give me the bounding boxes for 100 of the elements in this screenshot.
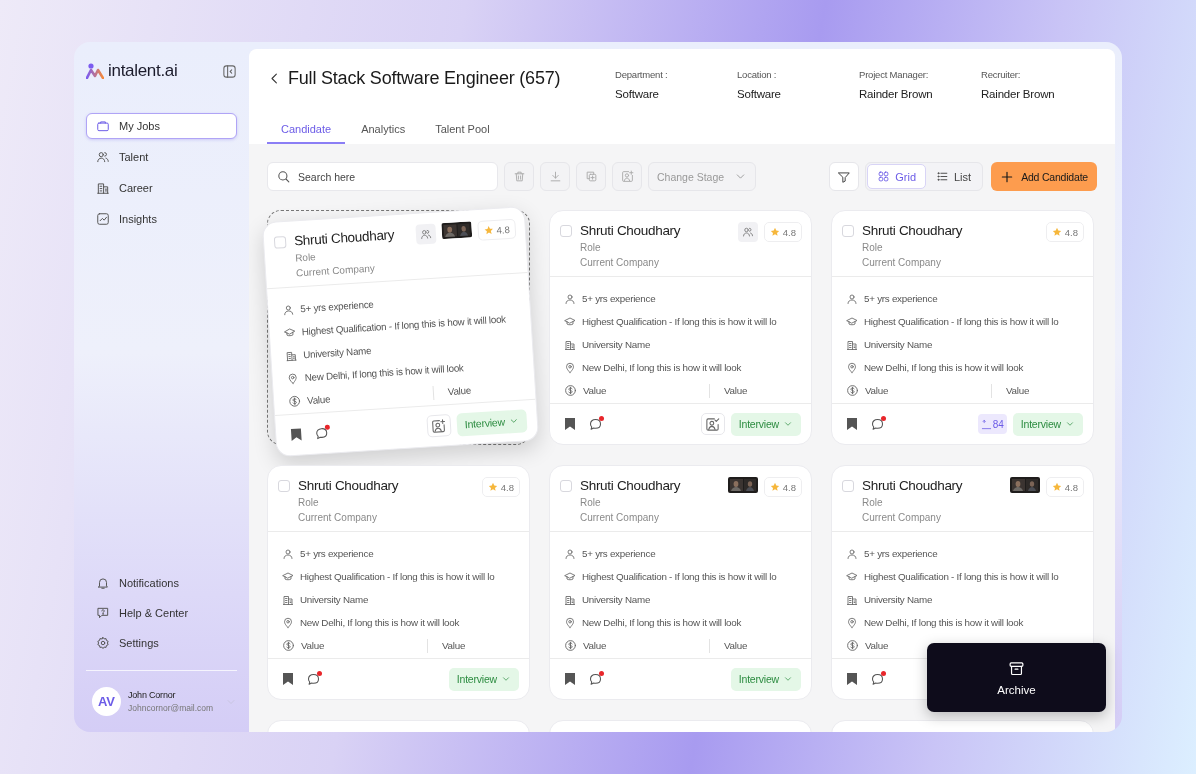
- candidate-name: Shruti Choudhary: [580, 477, 682, 495]
- chat-icon[interactable]: [588, 416, 603, 432]
- location-pin-icon: [286, 372, 300, 385]
- candidate-role: Role: [862, 496, 884, 510]
- value-text: Value: [447, 384, 472, 398]
- detail-text: University Name: [864, 339, 933, 350]
- card-checkbox[interactable]: [560, 480, 572, 492]
- sidebar-toggle-icon: [222, 63, 237, 79]
- company-name: Current Company: [298, 511, 378, 525]
- detail-text: University Name: [300, 594, 369, 605]
- search-field[interactable]: Search here: [267, 162, 498, 191]
- detail-text: 5+ yrs experience: [300, 298, 374, 315]
- card-checkbox[interactable]: [273, 236, 287, 249]
- dollar-icon: [287, 394, 302, 409]
- chat-icon[interactable]: [306, 671, 321, 687]
- graduation-cap-icon: [564, 315, 576, 328]
- card-checkbox[interactable]: [560, 225, 572, 237]
- detail-text: New Delhi, If long this is how it will look: [864, 362, 1024, 373]
- detail-text: Highest Qualification - If long this is how it will lo: [582, 571, 777, 582]
- nav-item[interactable]: Notifications: [86, 570, 237, 596]
- filter-button[interactable]: [829, 162, 860, 191]
- tab[interactable]: Candidate: [267, 123, 346, 144]
- star-icon: [1051, 227, 1062, 237]
- detail-text: 5+ yrs experience: [582, 548, 656, 559]
- detail-text: 5+ yrs experience: [582, 293, 656, 304]
- candidate-name: Shruti Choudhary: [298, 477, 400, 495]
- meta-value: Software: [615, 88, 660, 100]
- stage-dropdown[interactable]: Interview: [730, 412, 801, 436]
- meta-label: Department :: [615, 69, 669, 80]
- plus-icon: [1000, 169, 1015, 184]
- meta-value: Rainder Brown: [859, 88, 934, 100]
- building-icon: [284, 349, 298, 362]
- meta-label: Recruiter:: [981, 69, 1022, 80]
- archive-menu[interactable]: Archive: [927, 643, 1106, 712]
- collapse-sidebar-button[interactable]: [222, 63, 237, 79]
- add-candidate-button[interactable]: Add Candidate: [991, 162, 1097, 191]
- candidate-card[interactable]: Shruti Choudhary Role Current Company 4.8 5+ yrs experience Highest Qualification - If long this is how it will lo University Name New Delhi, If long this is how it will look Value Value Interview: [549, 210, 812, 445]
- picture-check-button[interactable]: [700, 413, 725, 435]
- candidate-role: Role: [298, 496, 320, 510]
- nav-item[interactable]: My Jobs: [86, 113, 237, 139]
- copy-icon: [584, 170, 598, 183]
- graduation-cap-icon: [846, 570, 858, 583]
- card-checkbox[interactable]: [842, 225, 854, 237]
- invite-button[interactable]: [737, 222, 758, 242]
- picture-check-icon: [705, 416, 721, 432]
- people-icon: [96, 150, 110, 164]
- stage-dropdown[interactable]: Interview: [448, 667, 519, 691]
- archive-box-icon: [1008, 659, 1025, 677]
- bookmark-icon[interactable]: [846, 417, 858, 431]
- tab[interactable]: Talent Pool: [421, 123, 504, 144]
- stage-dropdown[interactable]: Interview: [730, 667, 801, 691]
- candidate-card[interactable]: Shruti Choudhary Role Current Company 4.8 5+ yrs experience Highest Qualification - If long this is how it will lo University Name New Delhi, If long this is how it will look Value Value Interview: [549, 465, 812, 700]
- nav-item[interactable]: Settings: [86, 630, 237, 656]
- card-checkbox[interactable]: [842, 480, 854, 492]
- user-name: John Cornor: [128, 690, 177, 700]
- building-icon: [282, 593, 294, 606]
- bookmark-icon[interactable]: [564, 417, 576, 431]
- star-icon: [769, 227, 780, 237]
- score-badge[interactable]: 84: [977, 414, 1007, 434]
- rating-value: 4.8: [500, 481, 514, 493]
- building-icon: [96, 181, 110, 195]
- chat-icon[interactable]: [588, 671, 603, 687]
- candidate-role: Role: [580, 241, 602, 255]
- view-toggle[interactable]: List: [926, 164, 982, 189]
- chat-icon[interactable]: [870, 416, 885, 432]
- chat-icon[interactable]: [313, 425, 330, 442]
- invite-button[interactable]: [415, 223, 437, 245]
- detail-text: Highest Qualification - If long this is how it will lo: [300, 571, 495, 582]
- nav-item[interactable]: Help & Center: [86, 600, 237, 626]
- candidate-card[interactable]: Shruti Choudhary Role Current Company 4.8 5+ yrs experience Highest Qualification - If long this is how it will lo University Name New Delhi, If long this is how it will look Value Value 84 Interview: [831, 210, 1094, 445]
- location-pin-icon: [564, 616, 576, 629]
- tab[interactable]: Analytics: [347, 123, 420, 144]
- bookmark-icon[interactable]: [282, 672, 294, 686]
- value-text: Value: [306, 392, 332, 406]
- person-icon: [564, 292, 576, 305]
- candidate-card[interactable]: Shruti Choudhary Role Current Company 4.8 5+ yrs experience Highest Qualification - If long this is how it will lo University Name New Delhi, If long this is how it will look Value Value Interview: [267, 465, 530, 700]
- candidate-card[interactable]: Shruti Choudhary Role Current Company 4.8 5+ yrs experience Highest Qualification - If long this is how it will look University Name New Delhi, If long this is how it will look Value Value Interview: [261, 205, 540, 458]
- bookmark-icon[interactable]: [289, 427, 303, 443]
- view-toggle[interactable]: Grid: [867, 164, 926, 189]
- rating-value: 4.8: [1064, 226, 1078, 238]
- bookmark-icon[interactable]: [564, 672, 576, 686]
- nav-item[interactable]: Talent: [86, 144, 237, 170]
- person-add-icon: [741, 226, 754, 238]
- user-avatar: AV: [92, 687, 121, 716]
- add-picture-button[interactable]: [426, 414, 452, 438]
- stage-dropdown[interactable]: Interview: [1012, 412, 1083, 436]
- nav-item[interactable]: Insights: [86, 206, 237, 232]
- stage-dropdown[interactable]: Interview: [456, 408, 528, 437]
- card-checkbox[interactable]: [278, 480, 290, 492]
- detail-text: Highest Qualification - If long this is how it will lo: [864, 571, 1059, 582]
- value-text: Value: [865, 385, 890, 396]
- detail-text: University Name: [864, 594, 933, 605]
- nav-item[interactable]: Career: [86, 175, 237, 201]
- candidate-role: Role: [580, 496, 602, 510]
- graduation-cap-icon: [564, 570, 576, 583]
- bookmark-icon[interactable]: [846, 672, 858, 686]
- dollar-icon: [846, 639, 859, 652]
- chat-icon[interactable]: [870, 671, 885, 687]
- company-name: Current Company: [862, 256, 942, 270]
- star-icon: [1051, 482, 1062, 492]
